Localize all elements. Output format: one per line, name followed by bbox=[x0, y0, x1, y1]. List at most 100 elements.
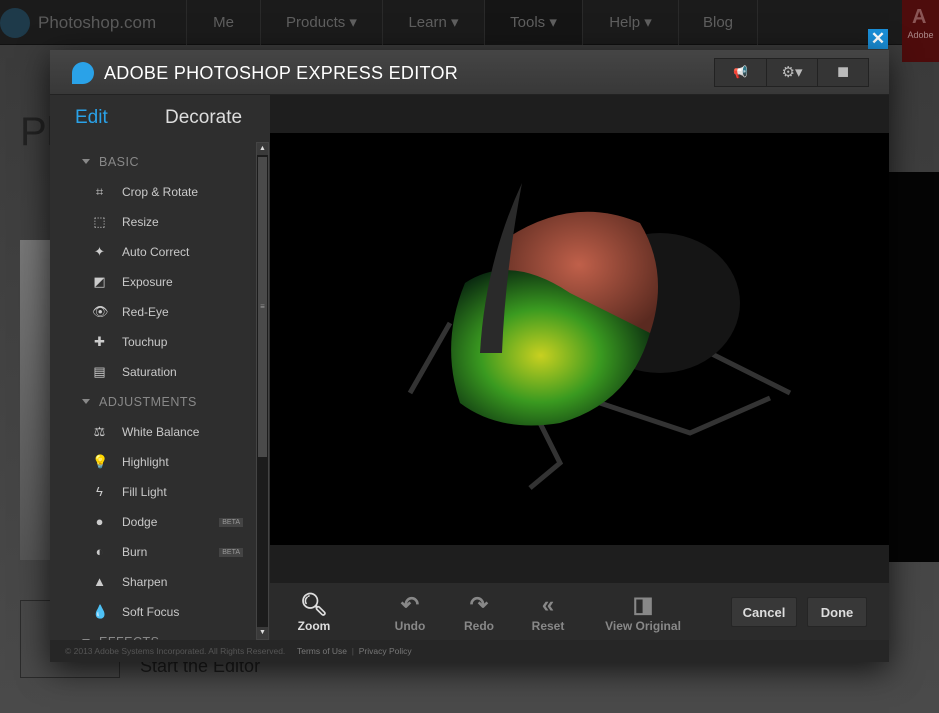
dodge-icon: ● bbox=[95, 514, 104, 529]
scales-icon: ⚖ bbox=[93, 424, 106, 439]
drop-icon: 💧 bbox=[92, 604, 109, 619]
cancel-button[interactable]: Cancel bbox=[731, 597, 797, 627]
section-adjustments[interactable]: ADJUSTMENTS bbox=[50, 387, 255, 417]
fullscreen-icon[interactable]: ■ bbox=[817, 59, 868, 86]
tool-auto-correct[interactable]: ✦ Auto Correct bbox=[50, 237, 255, 267]
tool-highlight[interactable]: 💡 Highlight bbox=[50, 447, 255, 477]
reset-button[interactable]: « Reset bbox=[530, 591, 566, 633]
burn-icon: ◐ bbox=[95, 544, 104, 559]
bg-dark-panel bbox=[889, 172, 939, 562]
brand-text: Photoshop.com bbox=[38, 13, 157, 32]
scroll-up-button[interactable]: ▲ bbox=[257, 143, 268, 155]
done-button[interactable]: Done bbox=[807, 597, 867, 627]
tool-label: Crop & Rotate bbox=[122, 185, 199, 199]
magnifier-icon: 🔍︎ bbox=[300, 592, 328, 617]
nav-tools[interactable]: Tools ▾ bbox=[484, 0, 582, 45]
gear-icon[interactable]: ⚙▾ bbox=[766, 59, 817, 86]
tool-resize[interactable]: ⬚ Resize bbox=[50, 207, 255, 237]
express-logo-icon bbox=[72, 62, 94, 84]
tool-label: Touchup bbox=[122, 335, 168, 349]
redo-icon: ↷ bbox=[469, 592, 489, 617]
editor-footer: © 2013 Adobe Systems Incorporated. All R… bbox=[50, 640, 889, 662]
bandage-icon: ✚ bbox=[94, 334, 105, 349]
tool-label: Fill Light bbox=[122, 485, 167, 499]
beta-badge: BETA bbox=[219, 548, 243, 557]
tool-red-eye[interactable]: 👁 Red-Eye bbox=[50, 297, 255, 327]
magic-wand-icon: ✦ bbox=[94, 244, 105, 259]
photo[interactable] bbox=[270, 133, 889, 545]
terms-link[interactable]: Terms of Use bbox=[297, 646, 347, 656]
view-original-button[interactable]: ◨ View Original bbox=[600, 591, 686, 633]
editor-header: ADOBE PHOTOSHOP EXPRESS EDITOR 📢 ⚙▾ ■ bbox=[50, 50, 889, 95]
tools-panel: Edit Decorate BASIC ⌗ Crop & Rotate ⬚ Resize… bbox=[50, 95, 270, 640]
tool-label: Highlight bbox=[122, 455, 169, 469]
tool-label: Auto Correct bbox=[122, 245, 190, 259]
redo-label: Redo bbox=[464, 619, 494, 633]
tool-sharpen[interactable]: ▲ Sharpen bbox=[50, 567, 255, 597]
zoom-button[interactable]: 🔍︎ Zoom bbox=[296, 591, 332, 633]
tool-label: Exposure bbox=[122, 275, 173, 289]
tool-label: Red-Eye bbox=[122, 305, 169, 319]
tool-dodge[interactable]: ● Dodge BETA bbox=[50, 507, 255, 537]
header-buttons: 📢 ⚙▾ ■ bbox=[714, 58, 869, 87]
tool-list: BASIC ⌗ Crop & Rotate ⬚ Resize ✦ Auto Correct ◩… bbox=[50, 147, 255, 640]
tool-touchup[interactable]: ✚ Touchup bbox=[50, 327, 255, 357]
megaphone-icon[interactable]: 📢 bbox=[715, 59, 766, 86]
beetle-photo bbox=[407, 183, 792, 490]
zoom-label: Zoom bbox=[297, 619, 331, 633]
tool-label: Saturation bbox=[122, 365, 177, 379]
reset-icon: « bbox=[541, 592, 555, 617]
copyright: © 2013 Adobe Systems Incorporated. All R… bbox=[65, 646, 286, 656]
tool-soft-focus[interactable]: 💧 Soft Focus bbox=[50, 597, 255, 627]
nav-products[interactable]: Products ▾ bbox=[260, 0, 382, 45]
nav-blog[interactable]: Blog bbox=[678, 0, 758, 45]
section-basic[interactable]: BASIC bbox=[50, 147, 255, 177]
bolt-icon: ϟ bbox=[96, 484, 103, 499]
reset-label: Reset bbox=[531, 619, 565, 633]
tool-burn[interactable]: ◐ Burn BETA bbox=[50, 537, 255, 567]
section-label: ADJUSTMENTS bbox=[99, 395, 197, 409]
eye-icon: 👁 bbox=[92, 304, 109, 319]
tool-label: Sharpen bbox=[122, 575, 168, 589]
undo-icon: ↶ bbox=[400, 592, 420, 617]
sharpen-icon: ▲ bbox=[93, 574, 106, 589]
nav-learn[interactable]: Learn ▾ bbox=[382, 0, 484, 45]
tab-edit[interactable]: Edit bbox=[75, 107, 108, 129]
tool-crop-rotate[interactable]: ⌗ Crop & Rotate bbox=[50, 177, 255, 207]
tab-decorate[interactable]: Decorate bbox=[165, 107, 242, 129]
editor-toolbar: 🔍︎ Zoom ↶ Undo ↷ Redo « Reset ◨ View Original… bbox=[270, 583, 889, 640]
undo-label: Undo bbox=[394, 619, 426, 633]
adobe-a-icon: A bbox=[912, 6, 927, 28]
tool-white-balance[interactable]: ⚖ White Balance bbox=[50, 417, 255, 447]
site-brand[interactable]: Photoshop.com bbox=[0, 8, 156, 38]
scroll-thumb[interactable]: ≡ bbox=[258, 157, 267, 457]
nav-me[interactable]: Me bbox=[186, 0, 260, 45]
section-effects[interactable]: EFFECTS bbox=[50, 627, 255, 640]
close-button[interactable]: ✕ bbox=[868, 29, 888, 49]
bulb-icon: 💡 bbox=[92, 454, 109, 469]
view-original-label: View Original bbox=[605, 619, 681, 633]
tool-label: Dodge bbox=[122, 515, 158, 529]
nav-help[interactable]: Help ▾ bbox=[582, 0, 678, 45]
tool-label: Resize bbox=[122, 215, 159, 229]
privacy-link[interactable]: Privacy Policy bbox=[359, 646, 412, 656]
canvas-area bbox=[270, 95, 889, 583]
section-label: BASIC bbox=[99, 155, 140, 169]
tool-label: Burn bbox=[122, 545, 148, 559]
saturation-icon: ▤ bbox=[93, 364, 106, 379]
scrollbar[interactable]: ▲ ≡ ▼ bbox=[256, 142, 269, 640]
tool-exposure[interactable]: ◩ Exposure bbox=[50, 267, 255, 297]
tool-saturation[interactable]: ▤ Saturation bbox=[50, 357, 255, 387]
beta-badge: BETA bbox=[219, 518, 243, 527]
crop-icon: ⌗ bbox=[95, 184, 104, 199]
compare-icon: ◨ bbox=[632, 592, 654, 617]
tool-fill-light[interactable]: ϟ Fill Light bbox=[50, 477, 255, 507]
resize-icon: ⬚ bbox=[93, 214, 106, 229]
adobe-logo[interactable]: A Adobe bbox=[902, 0, 939, 62]
scroll-down-button[interactable]: ▼ bbox=[257, 627, 268, 639]
undo-button[interactable]: ↶ Undo bbox=[392, 591, 428, 633]
tool-label: Soft Focus bbox=[122, 605, 180, 619]
exposure-icon: ◩ bbox=[93, 274, 106, 289]
redo-button[interactable]: ↷ Redo bbox=[461, 591, 497, 633]
site-nav: Photoshop.com Me Products ▾ Learn ▾ Tool… bbox=[0, 0, 939, 45]
